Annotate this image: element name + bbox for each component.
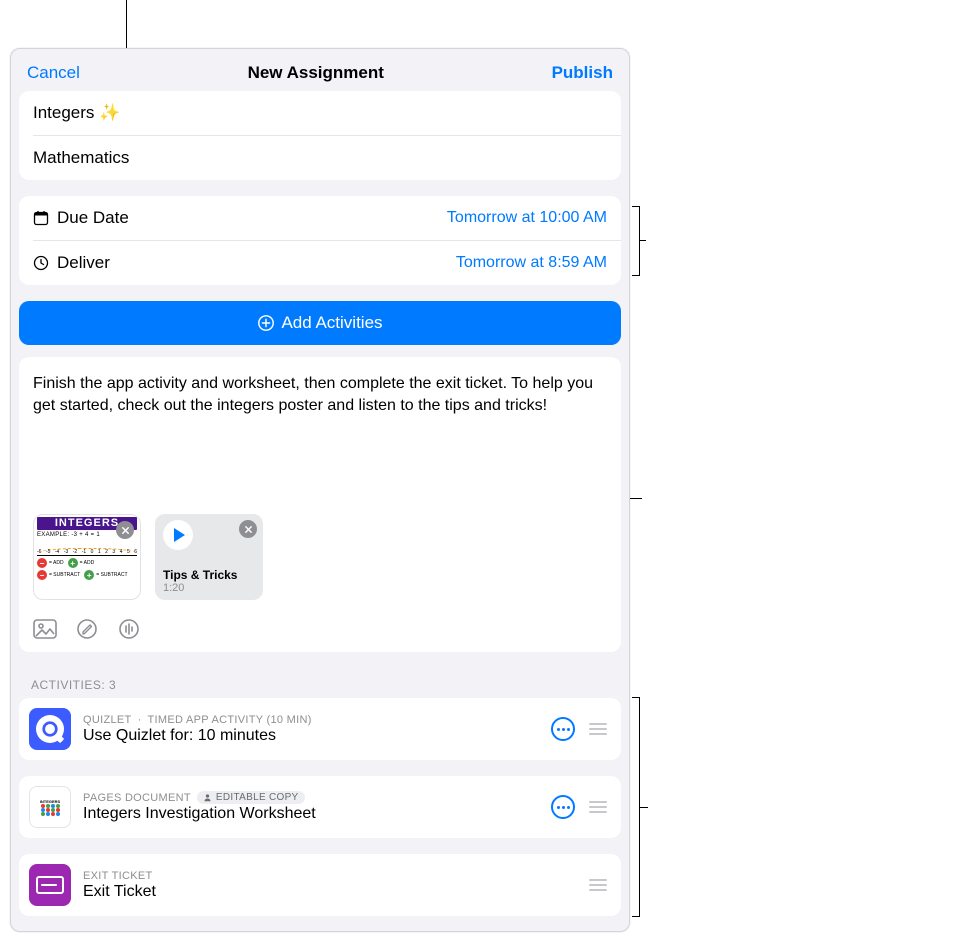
assignment-class-field[interactable]: Mathematics [19,136,621,180]
poster-legend-item: −= ADD [37,558,64,568]
cancel-button[interactable]: Cancel [27,63,80,83]
add-image-button[interactable] [33,618,57,640]
activity-actions [551,717,611,741]
attachment-audio[interactable]: Tips & Tricks 1:20 [155,514,263,600]
activity-more-button[interactable] [551,795,575,819]
activity-app-name: QUIZLET [83,714,132,726]
publish-button[interactable]: Publish [552,63,613,83]
poster-number-line: -6-5-4-3-2-10123456 [37,540,137,556]
activity-app-name: EXIT TICKET [83,870,153,882]
attachment-action-bar [33,618,607,640]
activity-actions [551,795,611,819]
deliver-label: Deliver [57,253,110,273]
activity-title: Use Quizlet for: 10 minutes [83,727,539,745]
assignment-name-value: Integers ✨ [33,103,120,123]
activity-thumb: INTEGERS [29,786,71,828]
ticket-icon [36,876,64,894]
activity-more-button[interactable] [551,717,575,741]
assignment-class-value: Mathematics [33,148,129,168]
add-activities-button[interactable]: Add Activities [19,301,621,345]
activity-thumb [29,708,71,750]
clock-icon [33,255,49,271]
activity-metadata-line: EXIT TICKET [83,870,573,882]
plus-circle-icon [257,314,275,332]
calendar-icon [33,210,49,226]
callout-bracket-activities [632,697,640,917]
activity-card[interactable]: INTEGERS PAGES DOCUMENT EDITABLE COPYInteg… [19,776,621,838]
activities-header: ACTIVITIES: 3 [11,668,629,698]
activity-thumb [29,864,71,906]
activity-meta-text: TIMED APP ACTIVITY (10 MIN) [148,714,312,726]
activity-reorder-handle[interactable] [585,875,611,895]
poster-ticks: -6-5-4-3-2-10123456 [37,549,137,555]
deliver-row[interactable]: Deliver Tomorrow at 8:59 AM [19,241,621,285]
activity-title: Integers Investigation Worksheet [83,805,539,823]
instructions-text[interactable]: Finish the app activity and worksheet, t… [33,373,607,416]
activities-list: QUIZLET·TIMED APP ACTIVITY (10 MIN)Use Q… [11,698,629,916]
remove-attachment-button[interactable] [239,520,257,538]
attachments-row: INTEGERS EXAMPLE: -3 + 4 = 1 -6-5-4-3-2-… [33,514,607,600]
add-audio-button[interactable] [117,618,141,640]
activity-card[interactable]: EXIT TICKETExit Ticket [19,854,621,916]
activity-metadata-line: PAGES DOCUMENT EDITABLE COPY [83,791,539,804]
header-bar: Cancel New Assignment Publish [11,49,629,91]
poster-legend-item: += SUBTRACT [84,570,127,580]
poster-legend-item: −= SUBTRACT [37,570,80,580]
activity-card[interactable]: QUIZLET·TIMED APP ACTIVITY (10 MIN)Use Q… [19,698,621,760]
activity-meta: EXIT TICKETExit Ticket [83,870,573,901]
activity-title: Exit Ticket [83,883,573,901]
deliver-value[interactable]: Tomorrow at 8:59 AM [456,254,607,272]
poster-legend: −= ADD += ADD −= SUBTRACT += SUBTRACT [37,558,137,580]
due-date-label: Due Date [57,208,129,228]
activity-actions [585,875,611,895]
activity-meta: QUIZLET·TIMED APP ACTIVITY (10 MIN)Use Q… [83,714,539,745]
due-date-value[interactable]: Tomorrow at 10:00 AM [447,209,607,227]
editable-copy-badge: EDITABLE COPY [197,791,305,804]
add-drawing-button[interactable] [75,618,99,640]
audio-title: Tips & Tricks [163,568,255,582]
attachment-poster[interactable]: INTEGERS EXAMPLE: -3 + 4 = 1 -6-5-4-3-2-… [33,514,141,600]
activity-metadata-line: QUIZLET·TIMED APP ACTIVITY (10 MIN) [83,714,539,726]
assignment-name-field[interactable]: Integers ✨ [19,91,621,135]
instructions-card: Finish the app activity and worksheet, t… [19,357,621,652]
audio-duration: 1:20 [163,582,255,594]
new-assignment-window: Cancel New Assignment Publish Integers ✨… [10,48,630,932]
assignment-info-card: Integers ✨ Mathematics [19,91,621,180]
play-button[interactable] [163,520,193,550]
callout-bracket-dates [632,200,640,282]
due-date-row[interactable]: Due Date Tomorrow at 10:00 AM [19,196,621,240]
schedule-card: Due Date Tomorrow at 10:00 AM Deliver To… [19,196,621,285]
activity-reorder-handle[interactable] [585,719,611,739]
activity-app-name: PAGES DOCUMENT [83,792,191,804]
poster-legend-item: += ADD [68,558,95,568]
activity-meta: PAGES DOCUMENT EDITABLE COPYIntegers Inve… [83,791,539,823]
add-activities-label: Add Activities [281,313,382,333]
callout-line-top [126,0,127,48]
activity-reorder-handle[interactable] [585,797,611,817]
page-title: New Assignment [248,63,384,83]
play-icon [174,528,185,542]
